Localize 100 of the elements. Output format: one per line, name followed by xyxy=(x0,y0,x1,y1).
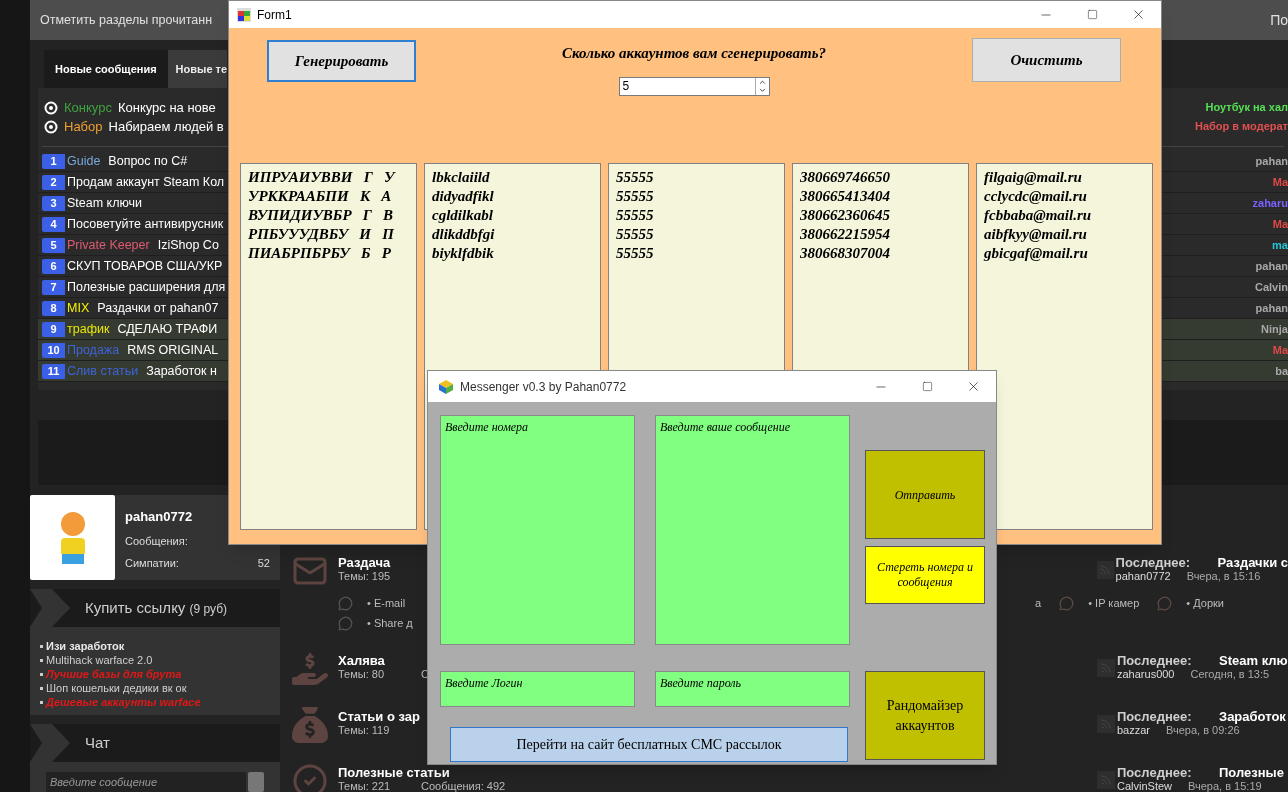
forum-node-title[interactable]: Раздача xyxy=(338,555,421,570)
last-post-user[interactable]: pahan0772 xyxy=(1115,570,1171,583)
thread-title[interactable]: СКУП ТОВАРОВ США/УКР xyxy=(67,256,223,276)
last-poster[interactable]: Ma xyxy=(1272,173,1288,191)
last-post-label: Последнее: xyxy=(1117,709,1193,724)
send-button[interactable]: Отправить xyxy=(865,450,985,539)
message-field[interactable]: Введите ваше сообщение xyxy=(655,415,850,645)
output-line: ВУПИДИУВБР Г В xyxy=(248,205,395,225)
thread-number: 8 xyxy=(42,300,65,316)
rss-icon xyxy=(1097,715,1115,733)
output-line: РПБУУУДВБУ И П xyxy=(248,224,395,244)
thread-row[interactable]: 3 Steam ключи xyxy=(38,193,228,214)
thread-title[interactable]: Продам аккаунт Steam Кол xyxy=(67,172,225,192)
promo-link[interactable]: Multihack warface 2.0 xyxy=(46,652,153,669)
forum-node-title[interactable]: Полезные статьи xyxy=(338,765,504,780)
clear-button[interactable]: Очистить xyxy=(972,38,1121,82)
randomizer-button[interactable]: Рандомайзер аккаунтов xyxy=(865,671,985,760)
output-line: 380662215954 xyxy=(800,224,891,244)
output-line: 380668307004 xyxy=(800,243,891,263)
output-textbox[interactable]: filgaig@mail.ru cclycdc@mail.ru fcbbaba@mail.ru aibfkyy@mail.ru gbicgaf@mail.ru xyxy=(976,162,1153,530)
chat-send-button[interactable] xyxy=(248,772,264,792)
announcement-title[interactable]: Набираем людей в xyxy=(108,116,224,137)
sms-site-button[interactable]: Перейти на сайт бесплатных СМС рассылок xyxy=(450,727,848,762)
generate-button[interactable]: Генерировать xyxy=(267,40,416,82)
subforum-link[interactable]: • E-mail xyxy=(367,594,406,612)
thread-title[interactable]: Вопрос по C# xyxy=(108,151,188,171)
count-spinner[interactable]: 5 xyxy=(618,76,770,96)
last-post-user[interactable]: zaharus000 xyxy=(1117,668,1175,681)
thread-prefix: MIX xyxy=(67,299,90,317)
last-poster[interactable]: Calvin xyxy=(1255,278,1288,296)
login-field[interactable]: Введите Логин xyxy=(440,671,635,707)
subforum-link[interactable]: а xyxy=(1035,594,1042,612)
password-field[interactable]: Введите пароль xyxy=(655,671,850,707)
subforum-link[interactable]: • Дорки xyxy=(1186,594,1224,612)
output-line: ПИАБРПБРБУ Б Р xyxy=(248,243,392,263)
thread-number: 4 xyxy=(42,216,65,232)
chat-input[interactable]: Введите сообщение xyxy=(46,772,246,792)
profile-stat-value: 52 xyxy=(257,556,270,571)
forum-node-title[interactable]: Статьи о зар xyxy=(338,709,421,724)
last-poster[interactable]: pahan xyxy=(1255,257,1288,275)
last-poster[interactable]: ma xyxy=(1272,236,1288,254)
output-textbox[interactable]: ИПРУАИУВВИ Г У УРККРААБПИ К А ВУПИДИУВБР Г В РПБУУУДВБУ И П ПИАБРПБРБУ Б Р xyxy=(240,162,417,530)
output-line: 380665413404 xyxy=(800,186,891,206)
last-post-thread[interactable]: Раздачки с xyxy=(1217,555,1288,570)
thread-row[interactable]: 2 Продам аккаунт Steam Кол xyxy=(38,172,228,193)
last-poster[interactable]: Ninja xyxy=(1261,320,1288,338)
thread-title[interactable]: СДЕЛАЮ ТРАФИ xyxy=(117,319,218,339)
thread-title[interactable]: Раздачки от pahan07 xyxy=(97,298,219,318)
output-line: 55555 xyxy=(616,243,655,263)
last-post-thread[interactable]: Полезные xyxy=(1219,765,1284,780)
announcement-right-link[interactable]: Ноутбук на хал xyxy=(1205,99,1288,116)
radio-icon xyxy=(44,119,58,134)
thread-row[interactable]: 9 трафик СДЕЛАЮ ТРАФИ xyxy=(38,319,228,340)
forum-node-stat: Сообщения: 492 xyxy=(421,780,504,792)
thread-row[interactable]: 1 Guide Вопрос по C# xyxy=(38,151,228,172)
prompt-label: Сколько аккаунтов вам сгенерировать? xyxy=(562,44,826,63)
phone-numbers-field[interactable]: Введите номера xyxy=(440,415,635,645)
thread-title[interactable]: IziShop Co xyxy=(157,235,219,255)
window-title: Form1 xyxy=(257,6,292,24)
thread-title[interactable]: Steam ключи xyxy=(67,193,143,213)
mark-read-link[interactable]: Отметить разделы прочитанн xyxy=(40,10,213,30)
last-poster[interactable]: pahan xyxy=(1255,152,1288,170)
output-line: cclycdc@mail.ru xyxy=(984,186,1088,206)
announcement-title[interactable]: Конкурс на нове xyxy=(117,97,216,118)
thread-title[interactable]: Полезные расширения для xyxy=(67,277,226,297)
announcement-right-link[interactable]: Набор в модерат xyxy=(1194,118,1288,135)
output-line: cgldilkabl xyxy=(432,205,494,225)
subforum-link[interactable]: • IP камер xyxy=(1088,594,1140,612)
thread-row[interactable]: 6 СКУП ТОВАРОВ США/УКР xyxy=(38,256,228,277)
thread-row[interactable]: 5 Private Keeper IziShop Co xyxy=(38,235,228,256)
thread-row[interactable]: 10 Продажа RMS ORIGINAL xyxy=(38,340,228,361)
last-poster[interactable]: ba xyxy=(1275,362,1288,380)
thread-row[interactable]: 4 Посоветуйте антивирусник xyxy=(38,214,228,235)
top-bar-link[interactable]: По xyxy=(1270,9,1288,31)
thread-row[interactable]: 11 Слив статьи Заработок н xyxy=(38,361,228,382)
thread-row[interactable]: 8 MIX Раздачки от pahan07 xyxy=(38,298,228,319)
last-post-user[interactable]: CalvinStew xyxy=(1117,780,1173,792)
thread-title[interactable]: Посоветуйте антивирусник xyxy=(67,214,224,234)
output-line: aibfkyy@mail.ru xyxy=(984,224,1088,244)
output-line: fcbbaba@mail.ru xyxy=(984,205,1093,225)
radio-icon xyxy=(44,100,58,115)
last-post-user[interactable]: bazzar xyxy=(1117,724,1151,737)
clear-numbers-button[interactable]: Стереть номера и сообщения xyxy=(865,546,985,604)
subforum-link[interactable]: • Share д xyxy=(367,614,413,632)
thread-number: 2 xyxy=(42,174,65,190)
rss-icon xyxy=(1097,771,1115,789)
last-post-thread[interactable]: Заработок xyxy=(1219,709,1286,724)
promo-link[interactable]: Изи заработок xyxy=(46,638,125,655)
promo-link[interactable]: Шоп кошельки дедики вк ок xyxy=(46,680,187,697)
last-poster[interactable]: Ma xyxy=(1272,215,1288,233)
tab[interactable]: Новые сообщения xyxy=(44,50,168,88)
last-poster[interactable]: pahan xyxy=(1255,299,1288,317)
thread-row[interactable]: 7 Полезные расширения для xyxy=(38,277,228,298)
output-line: 380669746650 xyxy=(800,167,891,187)
tab[interactable]: Новые те xyxy=(167,50,228,88)
thread-title[interactable]: Заработок н xyxy=(146,361,217,381)
last-post-thread[interactable]: Steam клю xyxy=(1219,653,1288,668)
thread-prefix: Guide xyxy=(67,152,101,170)
output-line: lbkclaiild xyxy=(432,167,491,187)
thread-title[interactable]: RMS ORIGINAL xyxy=(127,340,219,360)
